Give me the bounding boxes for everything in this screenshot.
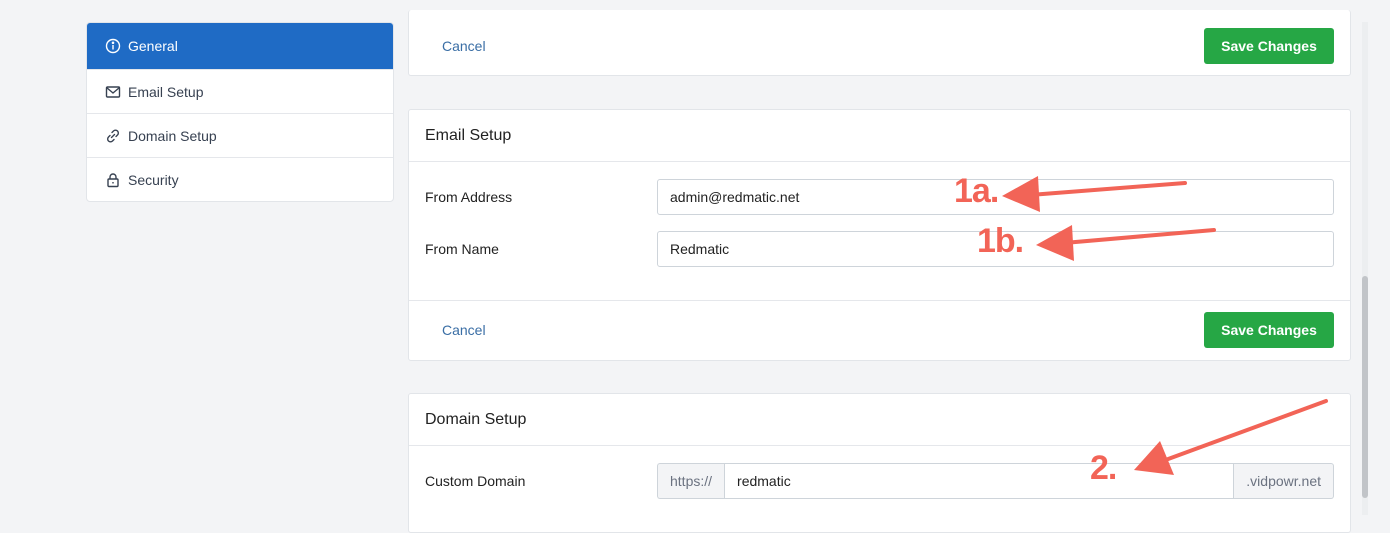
annotation-label-2: 2. <box>1090 449 1117 487</box>
custom-domain-row: Custom Domain https:// .vidpowr.net <box>425 463 1334 499</box>
sidebar-item-label: Security <box>128 171 179 188</box>
email-card-footer: Cancel Save Changes <box>409 312 1350 348</box>
save-changes-button[interactable]: Save Changes <box>1204 312 1334 348</box>
custom-domain-input[interactable] <box>724 463 1235 499</box>
domain-setup-card: Domain Setup Custom Domain https:// .vid… <box>408 393 1351 533</box>
general-card-footer: Cancel Save Changes <box>409 28 1350 64</box>
annotation-label-1a: 1a. <box>954 172 999 210</box>
card-divider <box>409 300 1350 301</box>
from-name-label: From Name <box>425 241 499 257</box>
from-address-label: From Address <box>425 189 513 205</box>
custom-domain-label: Custom Domain <box>425 473 526 489</box>
domain-setup-title: Domain Setup <box>409 394 1350 446</box>
email-setup-card: Email Setup From Address From Name Cance… <box>408 109 1351 361</box>
custom-domain-input-group: https:// .vidpowr.net <box>657 463 1334 499</box>
sidebar-item-domain-setup[interactable]: Domain Setup <box>87 113 393 157</box>
from-address-row: From Address <box>425 179 1334 215</box>
info-icon <box>105 38 121 54</box>
annotation-label-1b: 1b. <box>977 222 1024 260</box>
link-icon <box>105 128 121 144</box>
domain-suffix: .vidpowr.net <box>1234 463 1334 499</box>
sidebar-item-label: General <box>128 38 178 54</box>
cancel-button[interactable]: Cancel <box>442 322 486 338</box>
lock-icon <box>105 172 121 188</box>
settings-sidebar: General Email Setup Domain Setup Securit… <box>86 22 394 202</box>
sidebar-item-general[interactable]: General <box>87 23 393 69</box>
sidebar-item-label: Email Setup <box>128 83 204 100</box>
mail-icon <box>105 84 121 100</box>
domain-prefix: https:// <box>657 463 725 499</box>
sidebar-item-label: Domain Setup <box>128 127 217 144</box>
sidebar-item-security[interactable]: Security <box>87 157 393 201</box>
sidebar-item-email-setup[interactable]: Email Setup <box>87 69 393 113</box>
from-name-row: From Name <box>425 231 1334 267</box>
email-setup-title: Email Setup <box>409 110 1350 162</box>
save-changes-button[interactable]: Save Changes <box>1204 28 1334 64</box>
scrollbar-thumb[interactable] <box>1362 276 1368 498</box>
cancel-button[interactable]: Cancel <box>442 38 486 54</box>
general-card: Cancel Save Changes <box>408 10 1351 76</box>
